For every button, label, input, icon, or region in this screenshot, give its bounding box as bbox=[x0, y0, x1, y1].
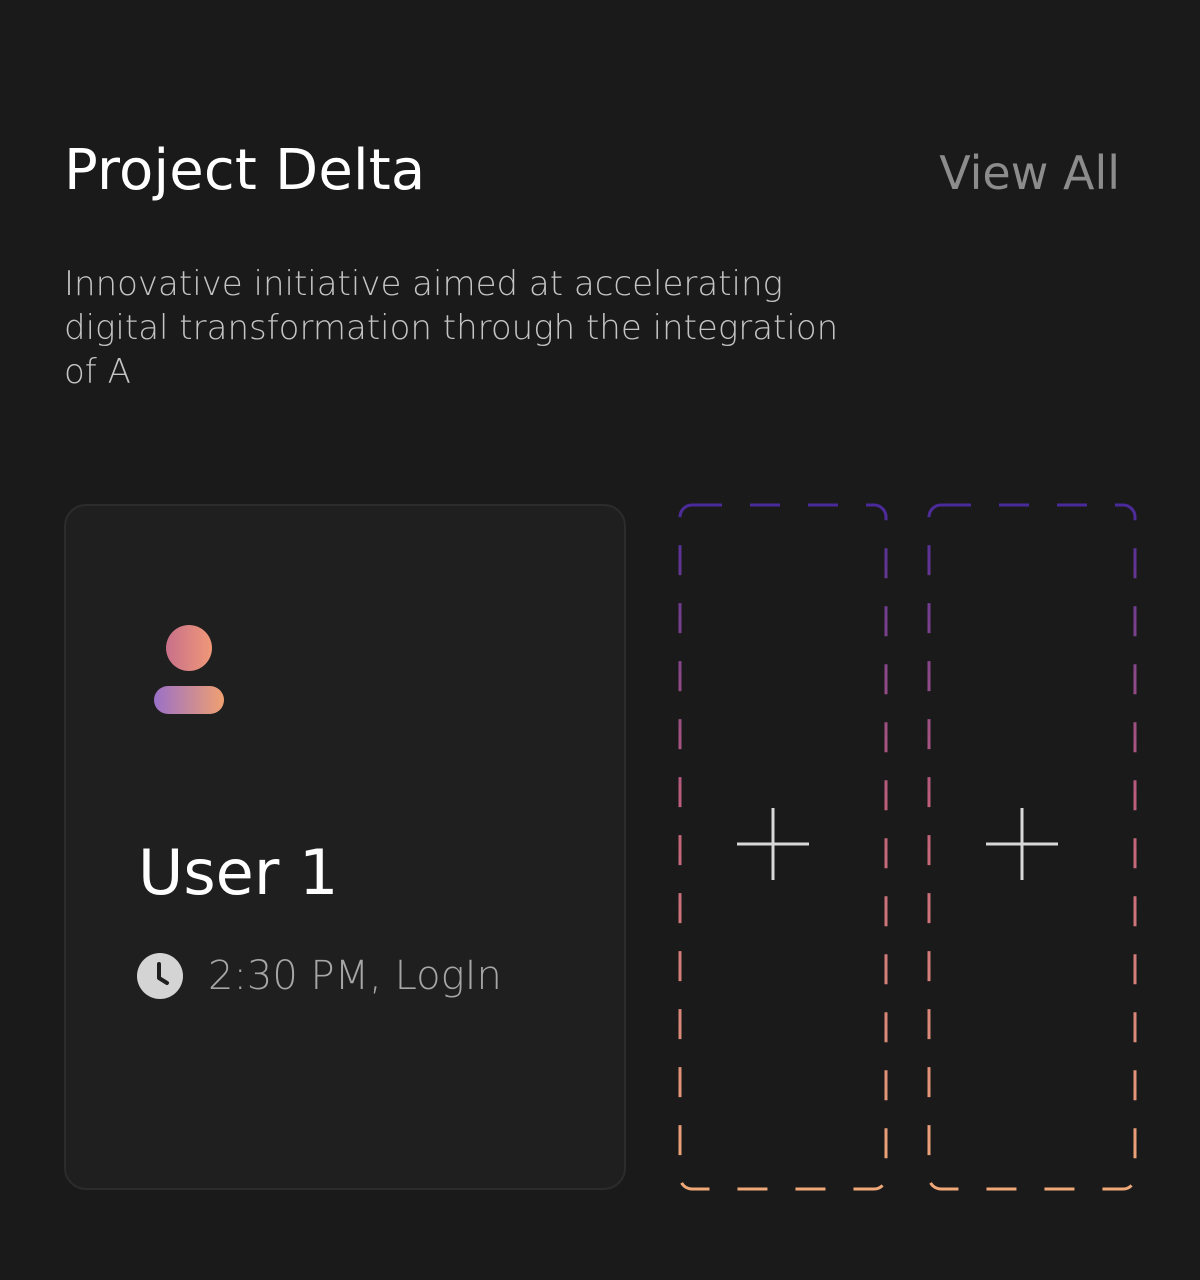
user-name: User 1 bbox=[138, 836, 339, 909]
time-status-text: 2:30 PM, LogIn bbox=[208, 953, 502, 999]
add-slot-button[interactable] bbox=[926, 502, 1138, 1192]
project-description: Innovative initiative aimed at accelerat… bbox=[64, 264, 839, 392]
add-slot-button[interactable] bbox=[677, 502, 889, 1192]
plus-icon bbox=[986, 808, 1058, 880]
plus-icon bbox=[737, 808, 809, 880]
clock-icon bbox=[137, 953, 183, 999]
user-avatar-icon bbox=[154, 625, 224, 714]
page-title: Project Delta bbox=[64, 138, 426, 203]
time-status-row: 2:30 PM, LogIn bbox=[136, 952, 502, 1000]
user-card[interactable]: User 1 2:30 PM, LogIn bbox=[64, 504, 626, 1190]
view-all-link[interactable]: View All bbox=[939, 146, 1120, 200]
